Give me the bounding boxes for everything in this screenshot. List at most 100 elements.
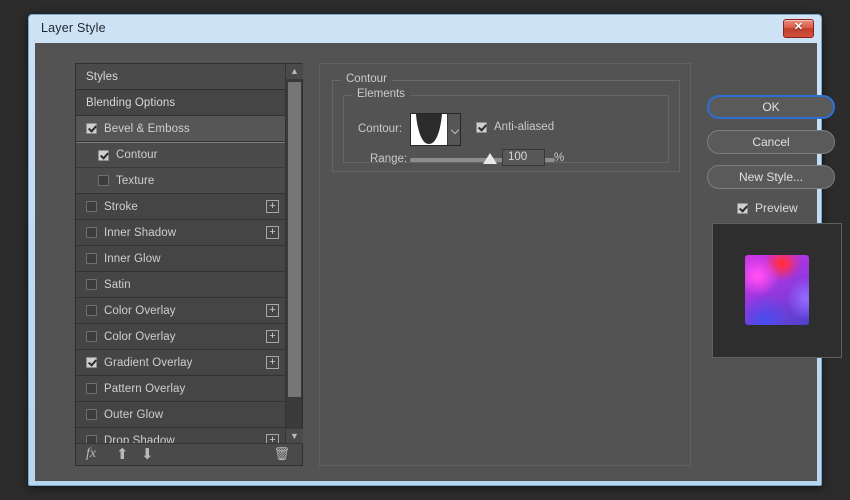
- style-row-content: Pattern Overlay: [76, 383, 185, 395]
- new-style-button[interactable]: New Style...: [707, 165, 835, 189]
- style-enable-checkbox[interactable]: [86, 123, 97, 134]
- style-row-satin[interactable]: Satin: [76, 272, 286, 298]
- window-title: Layer Style: [41, 21, 106, 35]
- chevron-up-icon[interactable]: ▲: [286, 64, 303, 79]
- style-row-stroke[interactable]: Stroke +: [76, 194, 286, 220]
- style-row-outer-glow[interactable]: Outer Glow: [76, 402, 286, 428]
- style-row-content: Outer Glow: [76, 409, 163, 421]
- style-enable-checkbox[interactable]: [86, 253, 97, 264]
- style-row-drop-shadow[interactable]: Drop Shadow+: [76, 428, 286, 444]
- style-row-label: Gradient Overlay: [104, 357, 193, 369]
- ok-button[interactable]: OK: [707, 95, 835, 119]
- antialias-checkbox-row[interactable]: Anti-aliased: [476, 121, 554, 133]
- styles-rows-container: Blending Options Bevel & Emboss Contour Tex…: [76, 90, 286, 444]
- style-row-gradient-overlay[interactable]: Gradient Overlay +: [76, 350, 286, 376]
- style-row-content: Inner Shadow: [76, 227, 176, 239]
- style-row-label: Color Overlay: [104, 305, 176, 317]
- range-slider-handle[interactable]: [483, 153, 497, 164]
- style-enable-checkbox[interactable]: [98, 175, 109, 186]
- arrow-up-icon[interactable]: ⬆: [116, 445, 129, 463]
- add-effect-button[interactable]: +: [266, 304, 279, 317]
- close-icon: ✕: [784, 20, 813, 37]
- style-row-content: Gradient Overlay: [76, 357, 193, 369]
- style-row-label: Inner Shadow: [104, 227, 176, 239]
- style-row-label: Outer Glow: [104, 409, 163, 421]
- style-enable-checkbox[interactable]: [86, 279, 97, 290]
- style-row-inner-glow[interactable]: Inner Glow: [76, 246, 286, 272]
- style-row-label: Color Overlay: [104, 331, 176, 343]
- contour-preset-picker[interactable]: [410, 113, 461, 146]
- style-row-label: Satin: [104, 279, 131, 291]
- styles-header-label: Styles: [76, 71, 118, 83]
- style-row-content: Satin: [76, 279, 131, 291]
- contour-fieldset: Contour Elements Contour:: [332, 80, 680, 172]
- preview-gradient-art: [745, 255, 809, 325]
- style-row-content: Blending Options: [76, 97, 175, 109]
- arrow-down-icon[interactable]: ⬇: [141, 445, 154, 463]
- chevron-down-icon[interactable]: ▼: [286, 429, 303, 444]
- dialog-body: Styles Blending Options Bevel & Emboss Con…: [35, 43, 817, 481]
- style-row-content: Color Overlay: [76, 331, 176, 343]
- style-row-label: Blending Options: [86, 97, 175, 109]
- style-row-color-overlay[interactable]: Color Overlay +: [76, 298, 286, 324]
- style-enable-checkbox[interactable]: [86, 201, 97, 212]
- range-input[interactable]: 100: [502, 149, 545, 166]
- style-row-color-overlay[interactable]: Color Overlay +: [76, 324, 286, 350]
- range-field-label: Range:: [370, 153, 407, 165]
- style-enable-checkbox[interactable]: [86, 227, 97, 238]
- layer-style-preview-thumbnail: [712, 223, 842, 358]
- contour-curve-cone-inverted-icon: [411, 114, 447, 145]
- range-unit-label: %: [554, 152, 564, 164]
- contour-curve-svg: [411, 114, 447, 145]
- fx-icon[interactable]: fx: [86, 446, 96, 462]
- add-effect-button[interactable]: +: [266, 356, 279, 369]
- style-row-inner-shadow[interactable]: Inner Shadow +: [76, 220, 286, 246]
- style-row-content: Stroke: [76, 201, 138, 213]
- desktop-backdrop: Layer Style ✕ Styles Blending Options Bev…: [0, 0, 850, 500]
- antialias-checkbox[interactable]: [476, 122, 487, 133]
- style-row-label: Inner Glow: [104, 253, 161, 265]
- preview-checkbox[interactable]: [737, 203, 748, 214]
- style-row-content: Contour: [76, 149, 158, 161]
- style-row-label: Bevel & Emboss: [104, 123, 190, 135]
- trash-icon[interactable]: 🗑: [273, 446, 290, 462]
- style-row-content: Inner Glow: [76, 253, 161, 265]
- styles-toolbar: fx ⬆ ⬇ 🗑: [76, 443, 302, 465]
- dialog-actions-column: OK Cancel New Style... Preview: [707, 63, 839, 463]
- close-button[interactable]: ✕: [783, 19, 814, 38]
- styles-list-scrollbar[interactable]: ▲ ▼: [285, 64, 302, 444]
- style-row-label: Texture: [116, 175, 154, 187]
- cancel-button[interactable]: Cancel: [707, 130, 835, 154]
- style-row-blending-options[interactable]: Blending Options: [76, 90, 286, 116]
- add-effect-button[interactable]: +: [266, 226, 279, 239]
- style-row-texture[interactable]: Texture: [76, 168, 286, 194]
- add-effect-button[interactable]: +: [266, 330, 279, 343]
- preview-checkbox-row[interactable]: Preview: [737, 201, 798, 215]
- style-row-label: Stroke: [104, 201, 138, 213]
- window-titlebar[interactable]: Layer Style ✕: [29, 15, 821, 43]
- styles-list-header[interactable]: Styles: [76, 64, 286, 90]
- contour-settings-panel: Contour Elements Contour:: [319, 63, 691, 466]
- elements-fieldset: Elements Contour: A: [343, 95, 669, 163]
- add-effect-button[interactable]: +: [266, 200, 279, 213]
- contour-field-label: Contour:: [358, 123, 402, 135]
- style-enable-checkbox[interactable]: [86, 383, 97, 394]
- style-enable-checkbox[interactable]: [86, 305, 97, 316]
- preview-label: Preview: [755, 201, 798, 215]
- contour-section-title: Contour: [341, 73, 392, 85]
- style-enable-checkbox[interactable]: [86, 409, 97, 420]
- styles-panel: Styles Blending Options Bevel & Emboss Con…: [75, 63, 303, 466]
- style-row-content: Color Overlay: [76, 305, 176, 317]
- antialias-label: Anti-aliased: [494, 121, 554, 133]
- chevron-down-icon[interactable]: [447, 114, 460, 145]
- style-enable-checkbox[interactable]: [86, 357, 97, 368]
- style-row-pattern-overlay[interactable]: Pattern Overlay: [76, 376, 286, 402]
- style-row-bevel-emboss[interactable]: Bevel & Emboss: [76, 116, 286, 142]
- scrollbar-thumb[interactable]: [288, 82, 301, 397]
- elements-group-title: Elements: [352, 88, 410, 100]
- style-row-label: Contour: [116, 149, 158, 161]
- style-enable-checkbox[interactable]: [86, 331, 97, 342]
- styles-list[interactable]: Styles Blending Options Bevel & Emboss Con…: [76, 64, 286, 444]
- style-enable-checkbox[interactable]: [98, 150, 109, 161]
- style-row-contour[interactable]: Contour: [76, 142, 286, 168]
